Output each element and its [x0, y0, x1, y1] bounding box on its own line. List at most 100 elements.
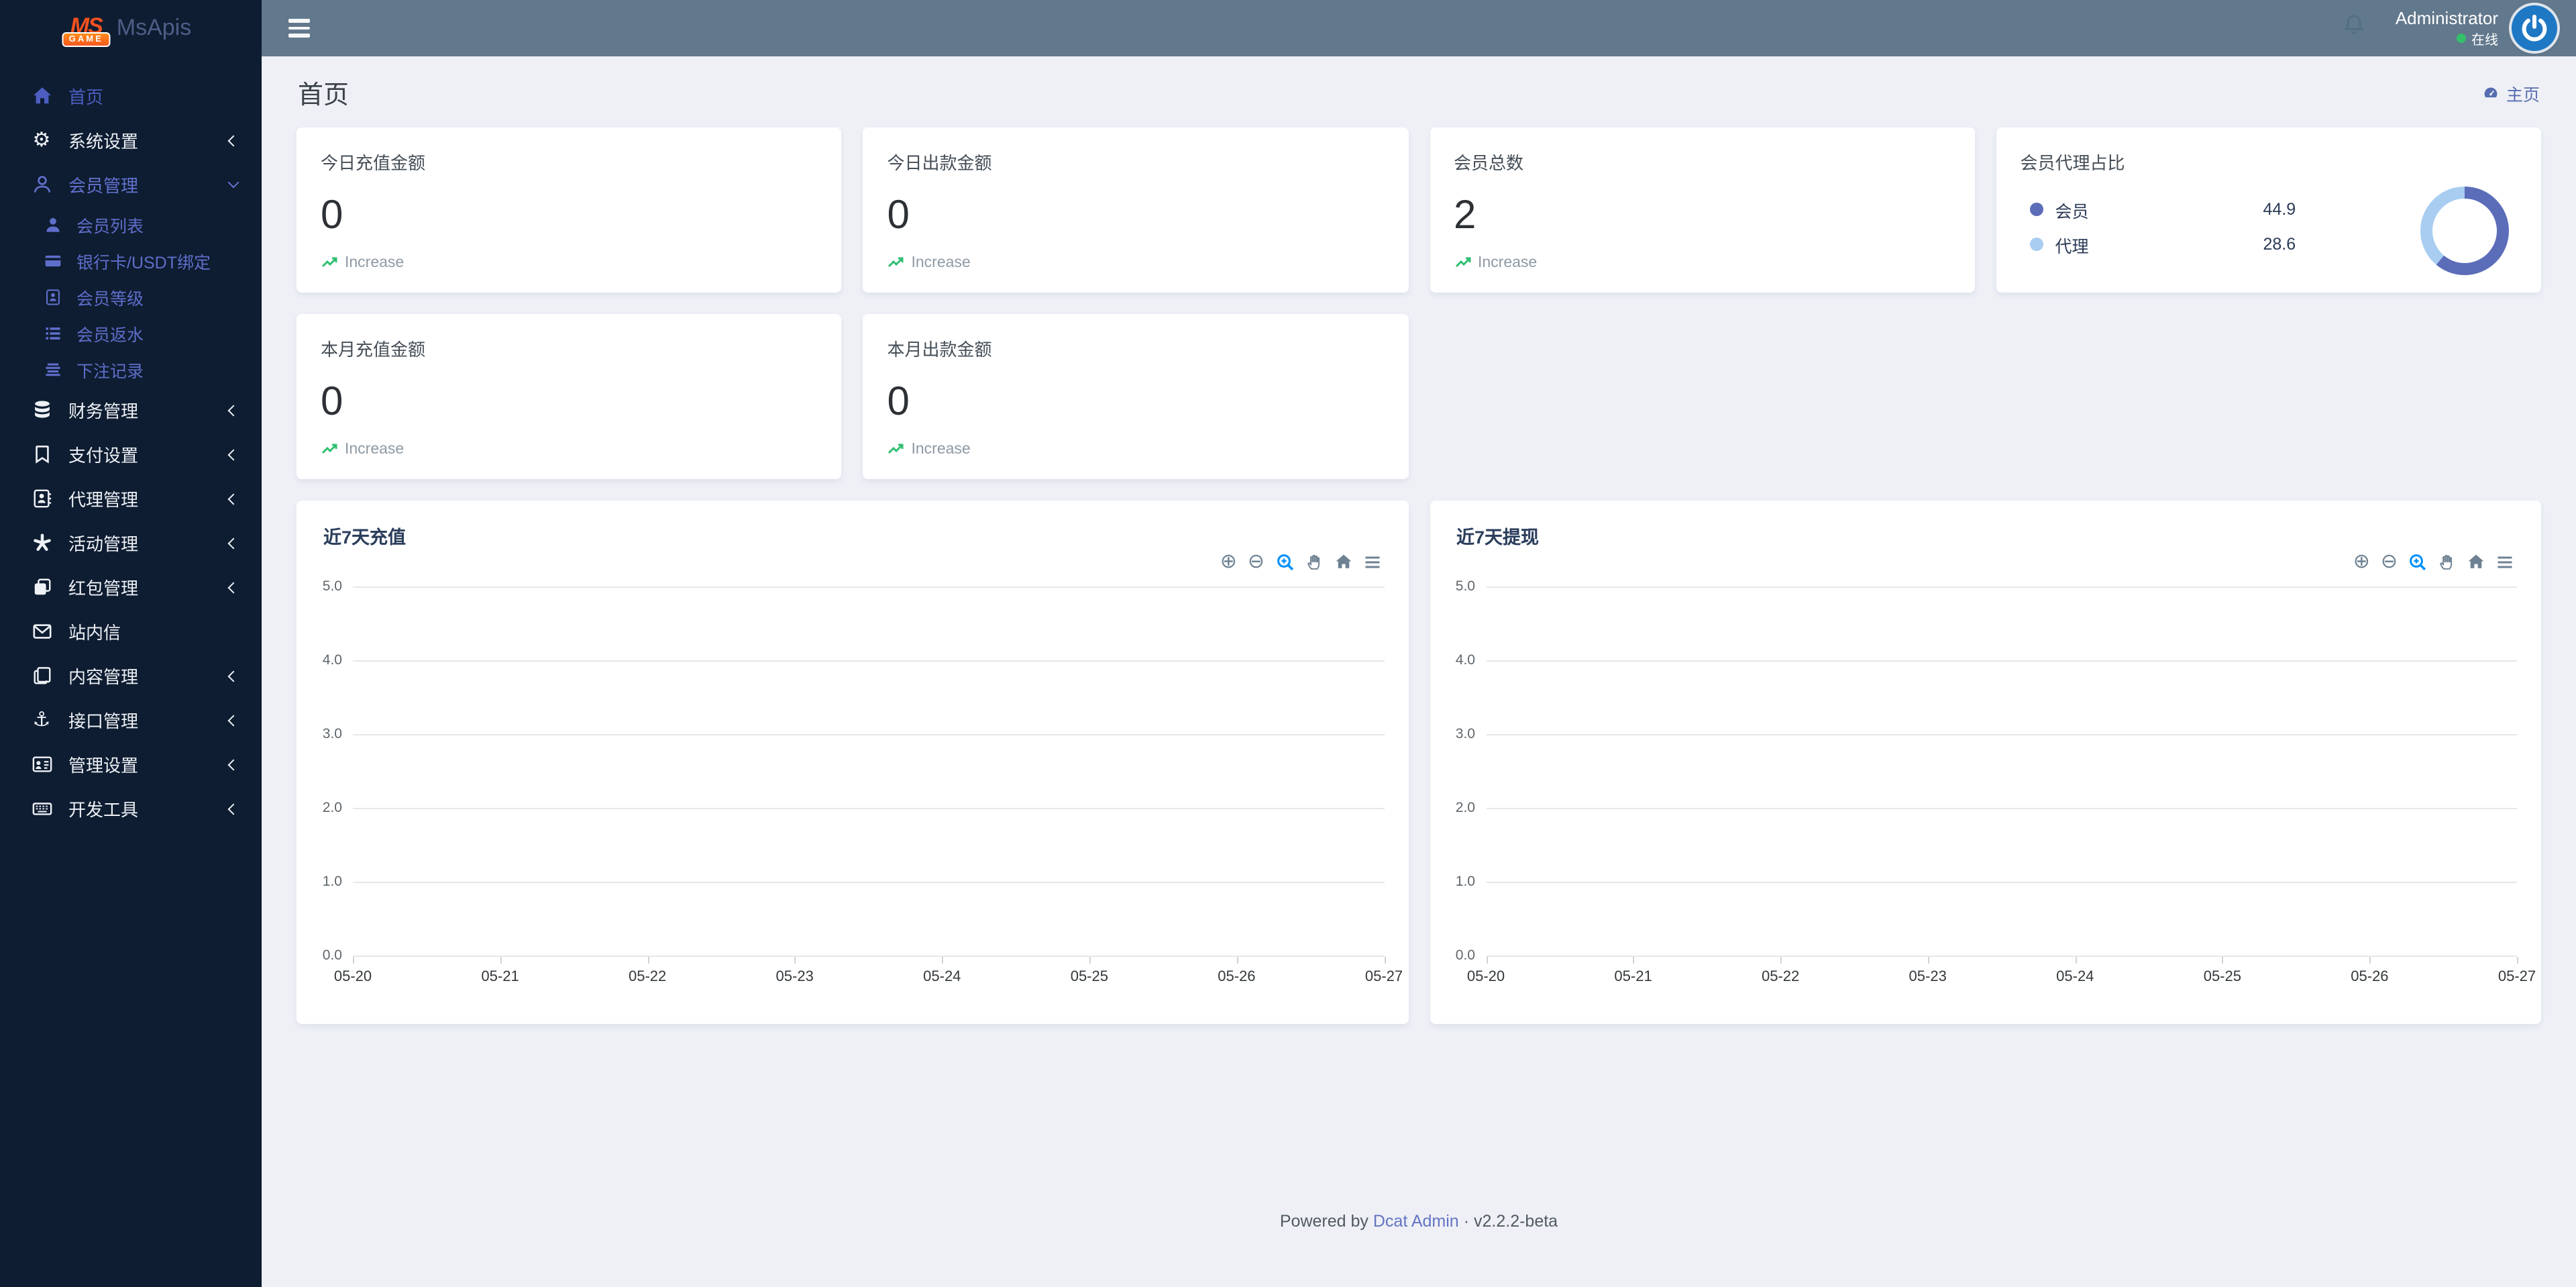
- gridline: [353, 660, 1384, 662]
- database-icon: [24, 400, 59, 420]
- sidebar-item-activity-management[interactable]: 活动管理: [0, 521, 262, 565]
- chevron-left-icon: [228, 449, 239, 460]
- id-badge-icon: [38, 289, 67, 306]
- stat-card-today-withdraw: 今日出款金额 0 Increase: [863, 127, 1409, 293]
- gridline: [1486, 586, 2517, 588]
- sidebar-item-label: 会员返水: [76, 321, 144, 346]
- clone-icon: [24, 577, 59, 597]
- version-label: v2.2.2-beta: [1474, 1212, 1558, 1231]
- sidebar-item-redpacket-management[interactable]: 红包管理: [0, 565, 262, 609]
- sidebar-item-label: 管理设置: [68, 752, 138, 777]
- user-icon: [38, 216, 67, 234]
- sidebar-item-member-level[interactable]: 会员等级: [0, 279, 262, 315]
- selection-zoom-icon[interactable]: [2408, 552, 2427, 571]
- zoom-in-icon[interactable]: ⊕: [1220, 552, 1237, 572]
- sidebar-item-label: 会员等级: [76, 285, 144, 310]
- trending-up-icon: [321, 440, 338, 458]
- dcat-admin-link[interactable]: Dcat Admin: [1373, 1212, 1459, 1231]
- chevron-left-icon: [228, 803, 239, 815]
- sidebar-item-home[interactable]: 首页: [0, 74, 262, 118]
- sidebar-item-finance[interactable]: 财务管理: [0, 388, 262, 432]
- x-axis-label: 05-25: [1071, 969, 1108, 985]
- x-axis-tick: [1780, 957, 1782, 964]
- avatar[interactable]: [2512, 5, 2557, 51]
- sidebar-item-agent-management[interactable]: 代理管理: [0, 476, 262, 521]
- ratio-legend: 会员 44.9 代理 28.6: [2030, 192, 2314, 262]
- breadcrumb[interactable]: 主页: [2482, 81, 2540, 106]
- x-axis-tick: [942, 957, 943, 964]
- sidebar-item-member-list[interactable]: 会员列表: [0, 207, 262, 243]
- zoom-out-icon[interactable]: ⊖: [1248, 552, 1265, 572]
- charts-row: 近7天充值 ⊕ ⊖: [297, 501, 2541, 1024]
- y-axis-label: 4.0: [305, 652, 342, 668]
- zoom-out-icon[interactable]: ⊖: [2381, 552, 2398, 572]
- stat-value: 0: [888, 193, 1385, 239]
- x-axis-tick: [500, 957, 502, 964]
- copy-icon: [24, 666, 59, 686]
- chevron-left-icon: [228, 135, 239, 146]
- pan-icon[interactable]: [1305, 552, 1324, 571]
- legend-dot-icon: [2030, 238, 2043, 251]
- pan-icon[interactable]: [2438, 552, 2457, 571]
- x-axis-label: 05-23: [776, 969, 814, 985]
- gridline: [1486, 734, 2517, 735]
- sidebar-item-content-management[interactable]: 内容管理: [0, 654, 262, 698]
- trending-up-icon: [888, 254, 905, 271]
- chart-toolbar: ⊕ ⊖: [2353, 552, 2514, 572]
- y-axis-label: 0.0: [305, 947, 342, 964]
- brand[interactable]: MS GAME MsApis: [0, 0, 262, 56]
- sidebar-item-api-management[interactable]: ⚓ 接口管理: [0, 698, 262, 742]
- sidebar-item-member-management[interactable]: 会员管理: [0, 162, 262, 207]
- reset-zoom-home-icon[interactable]: [1334, 553, 1352, 570]
- chevron-left-icon: [228, 670, 239, 682]
- x-axis-tick: [2075, 957, 2076, 964]
- x-axis-label: 05-22: [629, 969, 666, 985]
- chart-menu-icon[interactable]: [1362, 552, 1381, 571]
- x-axis-tick: [1089, 957, 1091, 964]
- sidebar: MS GAME MsApis 首页 ⚙ 系统设置 会员管理: [0, 0, 262, 1287]
- chevron-left-icon: [228, 582, 239, 593]
- sidebar-item-label: 代理管理: [68, 486, 138, 511]
- x-axis-label: 05-25: [2204, 969, 2241, 985]
- sidebar-item-dev-tools[interactable]: 开发工具: [0, 786, 262, 831]
- stat-card-today-deposit: 今日充值金额 0 Increase: [297, 127, 842, 293]
- sidebar-item-bet-records[interactable]: 下注记录: [0, 352, 262, 388]
- top-navbar: Administrator 在线: [262, 0, 2576, 56]
- sidebar-item-member-rebate[interactable]: 会员返水: [0, 315, 262, 352]
- sidebar-item-label: 下注记录: [76, 357, 144, 382]
- breadcrumb-label: 主页: [2506, 81, 2540, 106]
- chart-menu-icon[interactable]: [2496, 552, 2514, 571]
- stat-card-month-withdraw: 本月出款金额 0 Increase: [863, 314, 1409, 479]
- sidebar-item-label: 系统设置: [68, 127, 138, 153]
- stat-cards-row-2: 本月充值金额 0 Increase 本月出款金额 0 Increase: [297, 314, 2541, 479]
- address-book-icon: [24, 488, 59, 509]
- content-area: 首页 主页 今日充值金额 0 Increase 今日出款金额: [262, 56, 2576, 1287]
- keyboard-icon: [24, 799, 59, 819]
- sidebar-item-bankcard-usdt[interactable]: 银行卡/USDT绑定: [0, 243, 262, 279]
- sidebar-item-label: 财务管理: [68, 397, 138, 423]
- x-axis-tick: [2517, 957, 2518, 964]
- user-menu[interactable]: Administrator 在线: [2396, 8, 2498, 48]
- sidebar-item-site-mail[interactable]: 站内信: [0, 609, 262, 654]
- sidebar-item-admin-settings[interactable]: 管理设置: [0, 742, 262, 786]
- online-dot-icon: [2457, 34, 2466, 43]
- credit-card-icon: [38, 252, 67, 270]
- plot-area: 5.04.03.02.01.00.005-2005-2105-2205-2305…: [1486, 586, 2517, 956]
- sidebar-toggle-icon[interactable]: [288, 19, 310, 38]
- zoom-in-icon[interactable]: ⊕: [2353, 552, 2370, 572]
- page-footer: Powered by Dcat Admin · v2.2.2-beta: [297, 1212, 2541, 1287]
- x-axis-label: 05-26: [1218, 969, 1255, 985]
- notifications-bell-icon[interactable]: [2343, 13, 2366, 43]
- envelope-icon: [24, 621, 59, 641]
- x-axis-label: 05-24: [923, 969, 961, 985]
- reset-zoom-home-icon[interactable]: [2467, 553, 2485, 570]
- ratio-card-title: 会员代理占比: [2021, 149, 2518, 174]
- y-axis-label: 0.0: [1438, 947, 1475, 964]
- sidebar-item-label: 会员列表: [76, 212, 144, 238]
- selection-zoom-icon[interactable]: [1275, 552, 1294, 571]
- sidebar-item-label: 活动管理: [68, 530, 138, 556]
- sidebar-item-payment-settings[interactable]: 支付设置: [0, 432, 262, 476]
- sidebar-item-label: 开发工具: [68, 796, 138, 821]
- gridline: [353, 882, 1384, 883]
- sidebar-item-system-settings[interactable]: ⚙ 系统设置: [0, 118, 262, 162]
